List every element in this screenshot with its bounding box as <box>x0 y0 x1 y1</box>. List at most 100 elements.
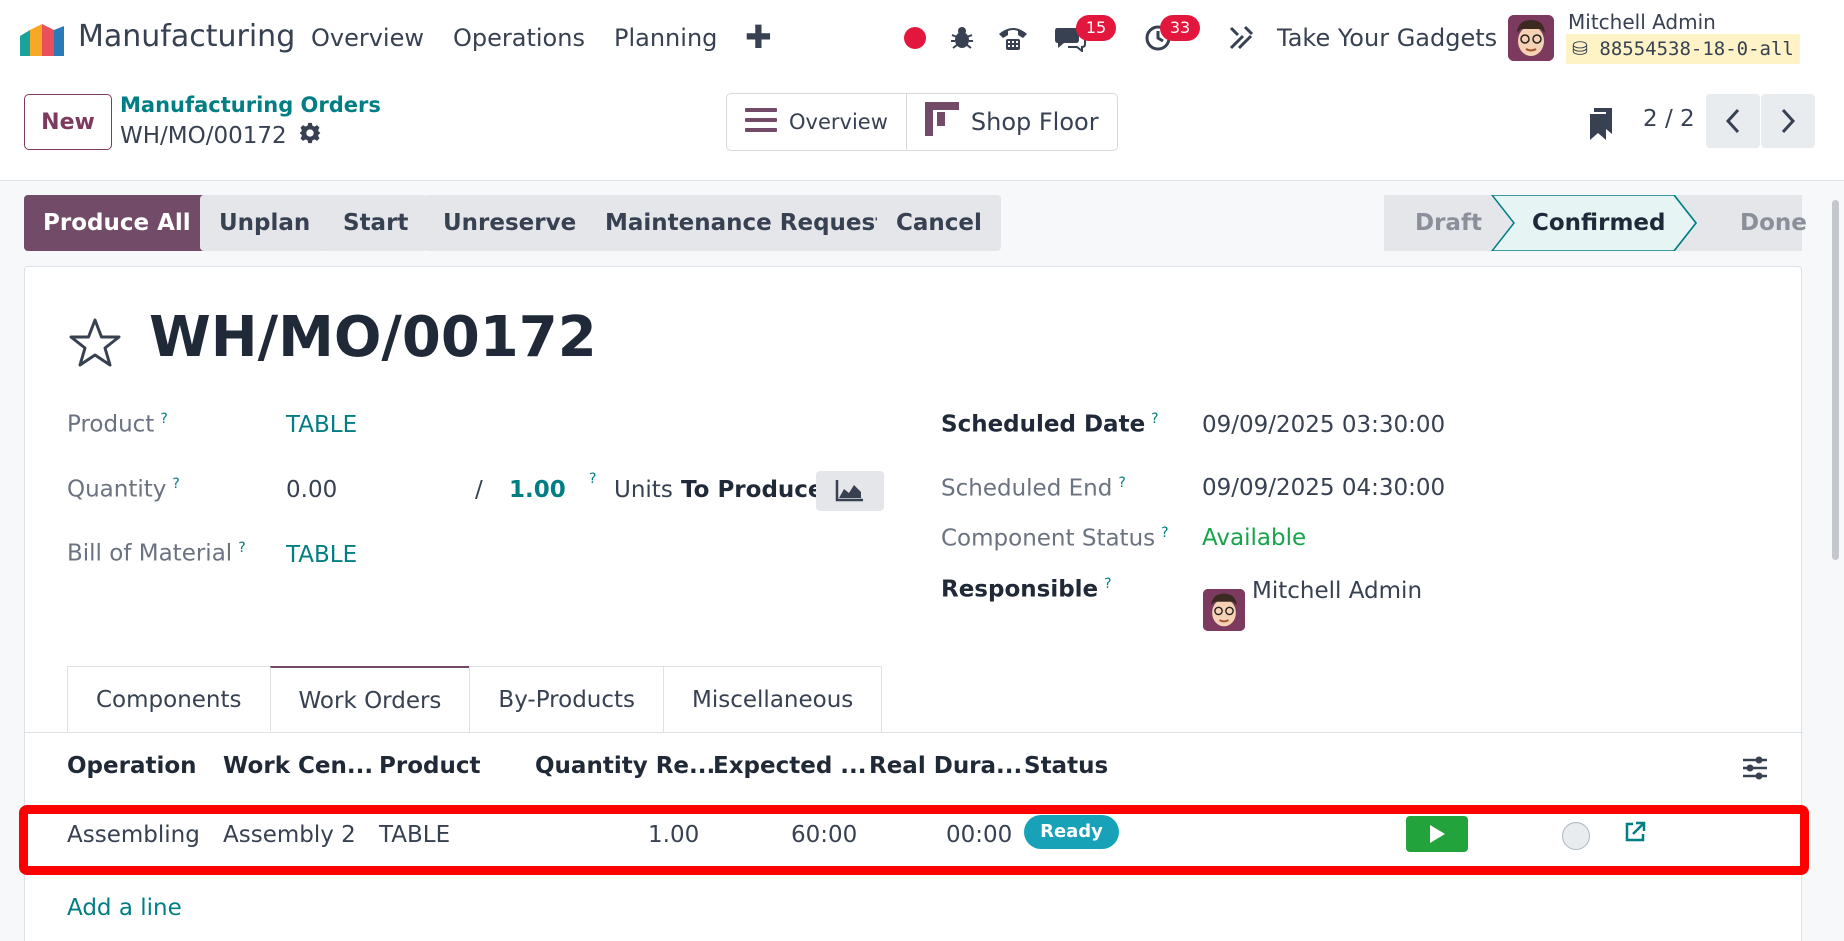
row-select-radio[interactable] <box>1562 822 1590 850</box>
product-field[interactable]: TABLE <box>286 412 357 438</box>
row-real-duration[interactable]: 00:00 <box>946 822 1012 848</box>
bookmark-icon[interactable] <box>1588 108 1614 146</box>
tools-icon[interactable] <box>1225 22 1257 54</box>
shop-floor-icon <box>924 102 959 142</box>
product-label: Product? <box>67 411 168 438</box>
scheduled-date-label: Scheduled Date? <box>941 411 1159 438</box>
user-avatar[interactable] <box>1508 15 1554 61</box>
column-work-center[interactable]: Work Cen... <box>223 753 373 779</box>
bom-field[interactable]: TABLE <box>286 542 357 568</box>
produce-all-button[interactable]: Produce All <box>24 195 210 251</box>
row-product[interactable]: TABLE <box>379 822 450 848</box>
bug-icon[interactable] <box>946 22 978 54</box>
area-chart-icon <box>835 480 863 502</box>
overview-view-button[interactable]: Overview <box>727 94 906 150</box>
status-pipeline: Draft Confirmed Done <box>1384 195 1807 251</box>
bom-label: Bill of Material? <box>67 540 246 567</box>
user-name[interactable]: Mitchell Admin <box>1568 10 1716 34</box>
manufacturing-app-icon[interactable] <box>18 22 66 56</box>
activity-count-badge: 33 <box>1160 15 1200 41</box>
forecast-graph-button[interactable] <box>816 471 884 511</box>
chevron-left-icon <box>1725 108 1740 134</box>
pager-next-button[interactable] <box>1761 94 1815 148</box>
column-operation[interactable]: Operation <box>67 753 197 779</box>
scheduled-end-field[interactable]: 09/09/2025 04:30:00 <box>1202 475 1445 501</box>
uom-field[interactable]: Units <box>614 477 673 503</box>
database-tag: ⛁ 88554538-18-0-all <box>1566 34 1800 64</box>
menu-planning[interactable]: Planning <box>614 24 717 52</box>
menu-overview[interactable]: Overview <box>311 24 424 52</box>
top-navbar: Manufacturing Overview Operations Planni… <box>0 0 1844 76</box>
chat-count-badge: 15 <box>1076 15 1116 41</box>
stage-draft[interactable]: Draft <box>1415 195 1482 251</box>
recording-dot-icon[interactable] <box>904 27 926 49</box>
to-produce-label: To Produce <box>681 477 824 503</box>
phone-icon[interactable] <box>997 22 1029 54</box>
quantity-to-produce-field[interactable]: 1.00 <box>509 477 566 503</box>
database-icon: ⛁ <box>1572 38 1588 60</box>
company-switcher[interactable]: Take Your Gadgets <box>1277 24 1497 52</box>
star-icon[interactable] <box>67 317 123 375</box>
column-expected-duration[interactable]: Expected ... <box>713 753 867 779</box>
plus-icon[interactable]: ✚ <box>745 18 772 56</box>
form-sheet: WH/MO/00172 Product? TABLE Quantity? 0.0… <box>19 266 1809 941</box>
responsible-avatar <box>1203 589 1245 631</box>
pager-value[interactable]: 2 / 2 <box>1643 106 1695 132</box>
responsible-label: Responsible? <box>941 576 1112 603</box>
start-button[interactable]: Start <box>324 195 428 251</box>
view-switcher: Overview Shop Floor <box>726 93 1118 151</box>
add-line-link[interactable]: Add a line <box>67 895 182 921</box>
scheduled-end-label: Scheduled End? <box>941 475 1126 502</box>
tab-components[interactable]: Components <box>67 666 271 732</box>
new-button[interactable]: New <box>24 94 112 150</box>
breadcrumb-parent[interactable]: Manufacturing Orders <box>120 93 381 117</box>
shop-floor-view-label: Shop Floor <box>970 108 1099 136</box>
maintenance-request-button[interactable]: Maintenance Request <box>586 195 906 251</box>
record-title: WH/MO/00172 <box>149 305 597 370</box>
unplan-button[interactable]: Unplan <box>200 195 330 251</box>
open-external-icon[interactable] <box>1623 820 1647 850</box>
database-name: 88554538-18-0-all <box>1599 38 1794 60</box>
chevron-right-icon <box>1781 108 1796 134</box>
tab-by-products[interactable]: By-Products <box>469 666 665 732</box>
overview-view-label: Overview <box>789 110 888 134</box>
row-quantity[interactable]: 1.00 <box>648 822 699 848</box>
stage-confirmed[interactable]: Confirmed <box>1532 195 1665 251</box>
cancel-button[interactable]: Cancel <box>877 195 1001 251</box>
play-icon <box>1430 825 1445 843</box>
uom-help: ? <box>589 471 597 487</box>
notebook-tabs: Components Work Orders By-Products Misce… <box>67 666 883 732</box>
scheduled-date-field[interactable]: 09/09/2025 03:30:00 <box>1202 412 1445 438</box>
list-icon <box>745 107 777 138</box>
column-quantity[interactable]: Quantity Re... <box>535 753 715 779</box>
tab-miscellaneous[interactable]: Miscellaneous <box>663 666 883 732</box>
column-real-duration[interactable]: Real Dura... <box>869 753 1022 779</box>
status-badge: Ready <box>1024 815 1119 849</box>
quantity-label: Quantity? <box>67 476 180 503</box>
pager-previous-button[interactable] <box>1706 94 1760 148</box>
start-workorder-button[interactable] <box>1406 816 1468 852</box>
responsible-field[interactable]: Mitchell Admin <box>1252 578 1422 604</box>
control-panel: New Manufacturing Orders WH/MO/00172 Ove… <box>0 76 1844 181</box>
quantity-produced-field[interactable]: 0.00 <box>286 477 337 503</box>
app-title[interactable]: Manufacturing <box>78 19 295 54</box>
tab-work-orders[interactable]: Work Orders <box>269 666 471 732</box>
component-status-label: Component Status? <box>941 525 1169 552</box>
breadcrumb-current: WH/MO/00172 <box>120 122 321 150</box>
stage-done[interactable]: Done <box>1740 195 1807 251</box>
page-scrollbar[interactable] <box>1832 200 1839 560</box>
gear-icon[interactable] <box>299 122 321 150</box>
row-work-center[interactable]: Assembly 2 <box>223 822 356 848</box>
row-operation[interactable]: Assembling <box>67 822 200 848</box>
column-status[interactable]: Status <box>1024 753 1108 779</box>
shop-floor-view-button[interactable]: Shop Floor <box>905 94 1117 150</box>
unreserve-button[interactable]: Unreserve <box>424 195 596 251</box>
menu-operations[interactable]: Operations <box>453 24 585 52</box>
row-expected-duration[interactable]: 60:00 <box>791 822 857 848</box>
tab-divider <box>25 732 1803 733</box>
component-status-field: Available <box>1202 525 1307 551</box>
quantity-separator: / <box>475 477 483 503</box>
column-product[interactable]: Product <box>379 753 480 779</box>
breadcrumb-current-label: WH/MO/00172 <box>120 123 287 149</box>
optional-columns-icon[interactable] <box>1741 755 1769 787</box>
